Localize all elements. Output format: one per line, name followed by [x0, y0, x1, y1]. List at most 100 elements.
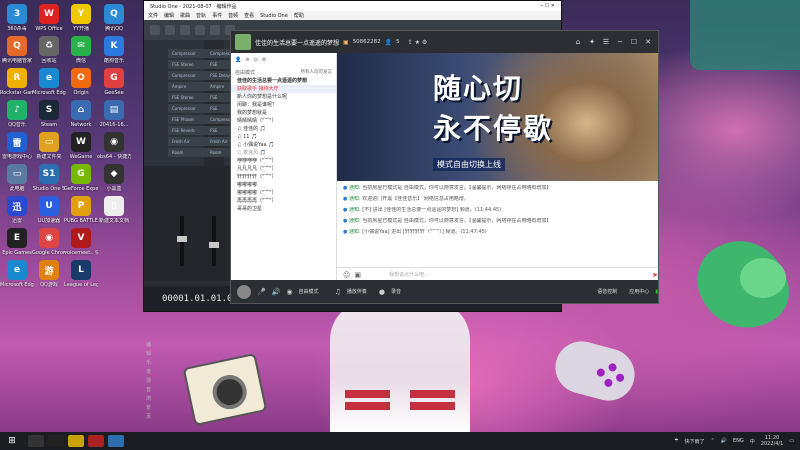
desktop-icon[interactable]: 雷雷电游戏中心 [0, 132, 34, 160]
menu-item[interactable]: 帮助 [294, 12, 304, 19]
desktop-icon[interactable]: O Origin [64, 68, 98, 96]
desktop-icon[interactable]: ♻ 回收站 [32, 36, 66, 64]
channel-list-item[interactable]: ♫ 佳佳的 🎵 [231, 125, 336, 133]
desktop-icon[interactable]: S1 Studio One 5 [32, 164, 66, 192]
insert-slot[interactable]: FSE Delay [206, 71, 231, 80]
channel-list-item[interactable]: 嘟嘟嘟嘟（"︶"） [231, 189, 336, 197]
insert-slot[interactable]: Fresh Air [206, 137, 231, 146]
menu-item[interactable]: 事件 [212, 12, 222, 19]
home-icon[interactable]: ⌂ [572, 36, 584, 48]
free-mode-button[interactable]: 自由模式 [299, 288, 319, 295]
settings-icon[interactable]: ⚙ [262, 57, 266, 63]
send-icon[interactable]: ➤ [652, 271, 658, 279]
insert-slot[interactable]: FSE Chorus [206, 126, 231, 135]
insert-slot[interactable]: FSE Stereo [206, 60, 231, 69]
vertical-tab[interactable]: 浏 [146, 395, 158, 404]
taskbar-app-icon[interactable] [48, 435, 64, 447]
desktop-icon[interactable]: W WPS Office [32, 4, 66, 32]
channel-list-item[interactable]: 咿咿咿咿（"︶"） [231, 157, 336, 165]
desktop-icon[interactable]: S Steam [32, 100, 66, 128]
desktop-icon[interactable]: ▯ 新建文本文档 [97, 196, 131, 224]
vertical-tab[interactable]: 混 [146, 377, 158, 386]
mode-label[interactable]: 自由模式 [235, 69, 255, 76]
desktop-icon[interactable]: U UU加速器 [32, 196, 66, 224]
menu-item[interactable]: 查看 [244, 12, 254, 19]
channel-list-item[interactable]: 哥哥的卫星 [231, 205, 336, 213]
desktop-icon[interactable]: 游 QQ游戏 [32, 260, 66, 288]
image-icon[interactable]: ▣ [354, 271, 361, 279]
desktop-icon[interactable]: P PUBG BATTLEGR... [64, 196, 98, 224]
desktop-icon[interactable]: ▤ 20416-16... [97, 100, 131, 128]
insert-slot[interactable]: Room [206, 148, 231, 157]
channel-list-item[interactable]: 凡凡凡凡（"︶"） [231, 165, 336, 173]
gift-icon[interactable]: ⊛ [245, 57, 249, 63]
desktop-icon[interactable]: E Epic Games [0, 228, 34, 256]
location-icon[interactable]: ◎ [253, 57, 257, 63]
menu-item[interactable]: 编辑 [164, 12, 174, 19]
tool-paint-icon[interactable] [210, 25, 220, 35]
share-icon[interactable]: ⇪ ★ ⚙ [408, 39, 428, 46]
play-music-button[interactable]: 播放伴奏 [347, 288, 367, 295]
start-button[interactable]: ⊞ [0, 436, 24, 446]
music-icon[interactable]: ♫ [335, 288, 341, 296]
desktop-icon[interactable]: G GeeSee [97, 68, 131, 96]
channel-list-item[interactable]: 闲聊：我是谁呢？ [231, 101, 336, 109]
vertical-tab[interactable]: 辑 [146, 350, 158, 359]
ime-mode[interactable]: 中 [750, 438, 755, 445]
insert-slot[interactable]: Compressor [206, 115, 231, 124]
desktop-icon[interactable]: Vvoicemeet.. 快捷方式 [64, 228, 98, 256]
desktop-icon[interactable]: ♪ QQ音乐 [0, 100, 34, 128]
record-icon[interactable]: ● [379, 288, 385, 296]
menu-item[interactable]: 音轨 [196, 12, 206, 19]
maximize-button[interactable]: ☐ [628, 36, 640, 48]
emoji-icon[interactable]: ☺ [343, 271, 350, 279]
volume-icon[interactable]: 🔊 [721, 438, 727, 444]
vertical-tab[interactable]: 谱 [146, 368, 158, 377]
yy-header[interactable]: 佳佳的生活总要一点遥遥的梦想 ▣ 50862282 👤 5 ⇪ ★ ⚙ ⌂ ✦ … [231, 31, 658, 53]
desktop-icon[interactable]: ◉ Google Chrome [32, 228, 66, 256]
desktop-icon[interactable]: ✉ 微信 [64, 36, 98, 64]
ime-indicator[interactable]: ENG [733, 438, 744, 444]
user-avatar[interactable] [237, 284, 251, 299]
speaker-icon[interactable]: 🔊 [272, 288, 281, 296]
studio-one-titlebar[interactable]: Studio One - 2021-08-07 · 编辑作品 ─ ☐ ✕ [144, 1, 561, 11]
window-controls[interactable]: ─ ☐ ✕ [540, 3, 555, 9]
tool-eraser-icon[interactable] [195, 25, 205, 35]
channel-fader-2[interactable] [209, 216, 219, 266]
desktop-icon[interactable]: e Microsoft Edge [0, 260, 34, 288]
desktop-icon[interactable]: ◆ 小黑盒 [97, 164, 131, 192]
channel-list-item[interactable]: ♫ 麦克风 🎵 [231, 149, 336, 157]
insert-slot[interactable]: Compressor [206, 49, 231, 58]
tool-arrow-icon[interactable] [150, 25, 160, 35]
desktop-icon[interactable]: Q 腾讯电脑管家 [0, 36, 34, 64]
chat-input[interactable]: 我想说点什么吧... [389, 271, 429, 278]
desktop-icon[interactable]: ▭ 新建文件夹 [32, 132, 66, 160]
minimize-button[interactable]: ─ [614, 36, 626, 48]
channel-list-item[interactable]: 获取歌手 接待大厅 [231, 85, 336, 93]
insert-slot[interactable]: FSE Stereo [206, 93, 231, 102]
desktop-icon[interactable]: e Microsoft Edge [32, 68, 66, 96]
voice-control-button[interactable]: 语音控制 [597, 288, 617, 295]
user-icon[interactable]: 👤 [235, 57, 241, 63]
tool-range-icon[interactable] [165, 25, 175, 35]
vertical-tab[interactable]: 音 [146, 386, 158, 395]
tool-split-icon[interactable] [180, 25, 190, 35]
weather-icon[interactable]: ☂ [674, 438, 678, 444]
channel-fader-1[interactable] [177, 216, 187, 266]
channel-list-item[interactable]: 佳佳的生活总要一点遥遥的梦想 [231, 77, 336, 85]
insert-slot[interactable]: FSE Phaser [206, 104, 231, 113]
channel-list-item[interactable]: 再再再再（"︶"） [231, 197, 336, 205]
app-center-button[interactable]: 应用中心 [629, 288, 649, 295]
close-button[interactable]: ✕ [642, 36, 654, 48]
vertical-tabs[interactable]: 编辑乐谱混音浏览页 [146, 341, 158, 422]
desktop-icon[interactable]: ◉ obs64 - 快捷方式 [97, 132, 131, 160]
menu-item[interactable]: 文件 [148, 12, 158, 19]
menu-item[interactable]: 音频 [228, 12, 238, 19]
notification-icon[interactable]: ▭ [789, 438, 794, 444]
channel-list-item[interactable]: ♫ 小偶说Yaa 🎵 [231, 141, 336, 149]
channel-list-item[interactable]: 我的梦想就是 [231, 109, 336, 117]
insert-slot[interactable]: Ampire [206, 82, 231, 91]
desktop-icon[interactable]: W WeGame [64, 132, 98, 160]
channel-list-item[interactable]: 新人你的梦想是什么呢 [231, 93, 336, 101]
desktop-icon[interactable]: 3 360杀毒 [0, 4, 34, 32]
